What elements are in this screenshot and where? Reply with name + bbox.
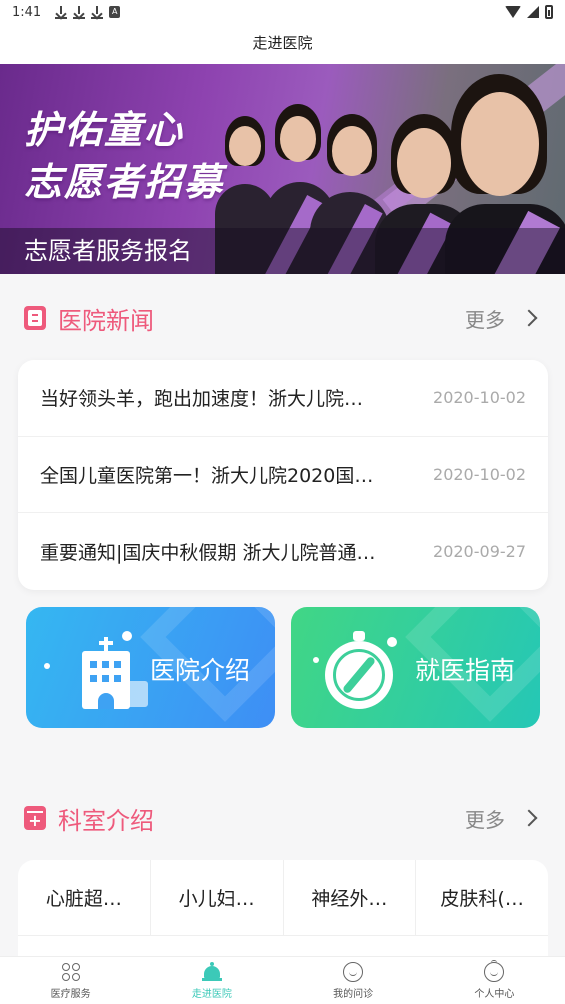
- compass-icon: [325, 629, 399, 709]
- news-item-date: 2020-10-02: [433, 388, 526, 408]
- bottom-tab-bar: 医疗服务 走进医院 我的问诊 个人中心: [0, 956, 565, 1004]
- banner-caption: 志愿者服务报名: [0, 228, 565, 274]
- status-bar: 1:41 A: [0, 0, 565, 24]
- banner-title-line: 志愿者招募: [24, 160, 225, 204]
- news-item-title: 重要通知|国庆中秋假期 浙大儿院普通…: [40, 541, 376, 564]
- news-item[interactable]: 当好领头羊，跑出加速度！浙大儿院… 2020-10-02: [18, 360, 548, 437]
- medical-guide-tile[interactable]: 就医指南: [291, 607, 540, 728]
- smile-icon: [343, 961, 364, 982]
- user-icon: [484, 959, 505, 982]
- tab-label: 走进医院: [191, 988, 232, 1000]
- volunteer-banner[interactable]: 护佑童心 志愿者招募 志愿者服务报名: [0, 64, 565, 274]
- news-item[interactable]: 全国儿童医院第一！浙大儿院2020国… 2020-10-02: [18, 437, 548, 514]
- tab-personal-center[interactable]: 个人中心: [424, 957, 565, 1004]
- department-section-header: 科室介绍 更多: [0, 788, 565, 848]
- tab-medical-service[interactable]: 医疗服务: [0, 957, 141, 1004]
- department-more-button[interactable]: 更多: [465, 804, 541, 833]
- banner-title-line: 护佑童心: [24, 108, 185, 152]
- news-item-title: 全国儿童医院第一！浙大儿院2020国…: [40, 464, 374, 487]
- tab-my-consultation[interactable]: 我的问诊: [283, 957, 424, 1004]
- hospital-intro-tile[interactable]: 医院介绍: [26, 607, 275, 728]
- app-notification-icon: A: [109, 6, 121, 18]
- banner-title: 护佑童心 志愿者招募: [24, 104, 224, 208]
- medical-kit-icon: [24, 806, 46, 830]
- news-more-button[interactable]: 更多: [465, 304, 541, 333]
- hospital-bell-icon: [201, 961, 222, 982]
- news-item[interactable]: 重要通知|国庆中秋假期 浙大儿院普通… 2020-09-27: [18, 513, 548, 590]
- news-list: 当好领头羊，跑出加速度！浙大儿院… 2020-10-02 全国儿童医院第一！浙大…: [18, 360, 548, 590]
- news-section-title: 医院新闻: [58, 306, 154, 335]
- medical-guide-label: 就医指南: [415, 656, 516, 685]
- tab-label: 医疗服务: [50, 988, 91, 1000]
- news-item-date: 2020-10-02: [433, 464, 526, 484]
- hospital-building-icon: [82, 637, 148, 709]
- tab-label: 个人中心: [474, 988, 515, 1000]
- signal-icon: [527, 6, 539, 18]
- department-grid: 心脏超… 小儿妇… 神经外… 皮肤科(…: [18, 860, 548, 960]
- download-icon: [73, 5, 86, 19]
- download-icon: [55, 5, 68, 19]
- department-section-title: 科室介绍: [58, 806, 154, 835]
- notification-icons: A: [55, 5, 121, 19]
- more-label: 更多: [465, 307, 505, 332]
- more-label: 更多: [465, 807, 505, 832]
- news-icon: [24, 306, 46, 330]
- tab-about-hospital[interactable]: 走进医院: [141, 957, 282, 1004]
- department-item[interactable]: 小儿妇…: [151, 860, 284, 935]
- department-item[interactable]: 心脏超…: [18, 860, 151, 935]
- decor-dot: [313, 657, 319, 663]
- department-item[interactable]: 皮肤科(…: [416, 860, 548, 935]
- news-section-header: 医院新闻 更多: [0, 288, 565, 348]
- tab-label: 我的问诊: [333, 988, 374, 1000]
- decor-dot: [44, 663, 50, 669]
- department-row: 心脏超… 小儿妇… 神经外… 皮肤科(…: [18, 860, 548, 936]
- chevron-right-icon: [520, 809, 538, 827]
- hospital-intro-label: 医院介绍: [150, 656, 251, 685]
- department-item[interactable]: 神经外…: [284, 860, 417, 935]
- news-item-date: 2020-09-27: [433, 541, 526, 561]
- grid-icon: [61, 962, 81, 982]
- battery-icon: [545, 5, 553, 19]
- news-item-title: 当好领头羊，跑出加速度！浙大儿院…: [40, 388, 364, 411]
- chevron-right-icon: [520, 309, 538, 327]
- wifi-icon: [505, 6, 521, 18]
- download-icon: [91, 5, 104, 19]
- system-icons: [505, 5, 553, 19]
- status-time: 1:41: [12, 4, 42, 20]
- page-title: 走进医院: [0, 24, 565, 64]
